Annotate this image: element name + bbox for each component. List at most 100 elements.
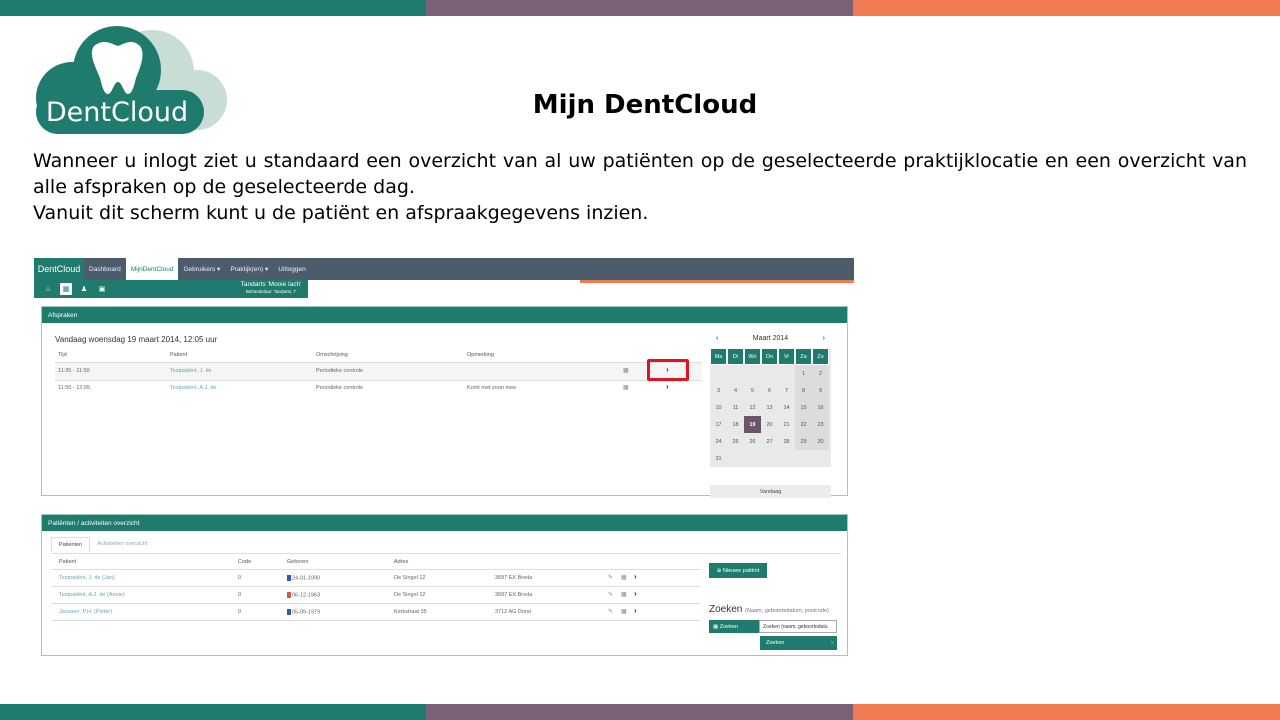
calendar-icon[interactable]: ▦ [621, 591, 627, 598]
calendar-day[interactable]: 8 [795, 382, 812, 399]
calendar-grid: Ma Di Wo Do Vr Za Zo 1 2 3 4 5 6 7 8 9 10 11 12 13 14… [710, 348, 831, 467]
nav-praktijken[interactable]: Praktijk(en) ▾ [225, 258, 273, 280]
calendar-day[interactable]: 30 [812, 433, 829, 450]
description-paragraph-1: Wanneer u inlogt ziet u standaard een ov… [33, 150, 1247, 198]
calendar-day[interactable]: 18 [727, 416, 744, 433]
chevron-right-icon[interactable]: › [634, 572, 637, 581]
appointment-patient-link[interactable]: Testpatiënt, A.J. de [170, 385, 216, 391]
calendar-icon[interactable]: ▦ [621, 608, 627, 615]
edit-icon[interactable]: ✎ [608, 574, 613, 581]
user-icon[interactable]: ♟ [78, 283, 90, 295]
search-title-text: Zoeken [709, 604, 743, 615]
nav-mijndentcloud[interactable]: MijnDentCloud [125, 258, 179, 280]
calendar-day[interactable]: 6 [761, 382, 778, 399]
weekday-label: Vr [778, 348, 795, 365]
patient-code: 0 [238, 592, 242, 598]
table-divider [51, 569, 701, 570]
calendar-prev-button[interactable]: ‹ [716, 332, 718, 346]
search-label: ▦ Zoeken [709, 620, 759, 633]
chevron-right-icon[interactable]: › [634, 606, 637, 615]
calendar-day[interactable]: 7 [778, 382, 795, 399]
calendar-day[interactable]: 11 [727, 399, 744, 416]
calendar-day[interactable]: 28 [778, 433, 795, 450]
chevron-right-icon[interactable]: › [666, 382, 669, 391]
practice-selector[interactable]: Tandarts 'Mooie lach' Behandelaar: Tanda… [234, 280, 308, 298]
nav-uitloggen[interactable]: Uitloggen [273, 258, 310, 280]
highlight-box [647, 359, 689, 381]
edit-icon[interactable]: ✎ [608, 591, 613, 598]
weekday-label: Zo [812, 348, 829, 365]
calendar-day[interactable]: 12 [744, 399, 761, 416]
calendar-today-button[interactable]: Vandaag [710, 485, 831, 498]
patient-name-link[interactable]: Testpatiënt, A.J. de (Annie) [59, 592, 125, 598]
tab-divider [51, 553, 841, 554]
col-opmerking: Opmerking [467, 352, 494, 358]
patient-city: 3687 EX Breda [495, 575, 533, 581]
patients-header: Patiënten / activiteiten overzicht [42, 515, 847, 531]
appointments-date: Vandaag woensdag 19 maart 2014, 12:05 uu… [55, 335, 218, 344]
appointment-patient-link[interactable]: Testpatiënt, J. de [170, 368, 212, 374]
calendar-empty-cell [761, 365, 778, 382]
calendar-day[interactable]: 25 [727, 433, 744, 450]
calendar-day[interactable]: 14 [778, 399, 795, 416]
chevron-right-icon[interactable]: › [634, 589, 637, 598]
nav-gebruikers[interactable]: Gebruikers ▾ [178, 258, 225, 280]
calendar-day[interactable]: 10 [710, 399, 727, 416]
calendar-day[interactable]: 20 [761, 416, 778, 433]
appointment-time: 11:35 - 11:50 [58, 368, 90, 374]
calendar-day[interactable]: 22 [795, 416, 812, 433]
search-input[interactable]: Zoeken (naam, geboortedatu [759, 620, 837, 633]
calendar-day[interactable]: 2 [812, 365, 829, 382]
calendar-day[interactable]: 31 [710, 450, 727, 467]
table-divider [51, 620, 701, 621]
slide-description: Wanneer u inlogt ziet u standaard een ov… [33, 148, 1247, 226]
nav-dashboard[interactable]: Dashboard [84, 258, 126, 280]
calendar-day[interactable]: 16 [812, 399, 829, 416]
calendar-day[interactable]: 9 [812, 382, 829, 399]
top-nav: DentCloud Dashboard MijnDentCloud Gebrui… [34, 258, 854, 280]
calendar-icon[interactable]: ▦ [60, 283, 72, 295]
chevron-right-icon: › [831, 640, 833, 646]
app-brand[interactable]: DentCloud [34, 258, 84, 280]
calendar-day[interactable]: 29 [795, 433, 812, 450]
calendar-icon[interactable]: ▦ [621, 574, 627, 581]
calendar-day[interactable]: 19 [744, 416, 761, 433]
tab-patienten[interactable]: Patienten [51, 537, 91, 552]
calendar-day[interactable]: 13 [761, 399, 778, 416]
patient-city: 3712 AG Dorst [495, 609, 532, 615]
calendar-day[interactable]: 4 [727, 382, 744, 399]
calendar-day[interactable]: 24 [710, 433, 727, 450]
calendar-next-button[interactable]: › [823, 332, 825, 346]
patient-name-link[interactable]: Janssen, P.H. (Pieter) [59, 609, 112, 615]
calendar-day[interactable]: 5 [744, 382, 761, 399]
patient-city: 3687 EX Breda [495, 592, 533, 598]
tab-activiteiten[interactable]: Activiteiten overzicht [90, 537, 154, 552]
calendar-day[interactable]: 1 [795, 365, 812, 382]
col-omschrijving: Omschrijving [316, 352, 348, 358]
appointment-row-bg [55, 363, 702, 380]
calendar-icon[interactable]: ▦ [623, 367, 629, 374]
patient-name-link[interactable]: Testpatiënt, J. de (Jan) [59, 575, 115, 581]
patient-born-date: 24-01-1990 [292, 575, 321, 582]
edit-icon[interactable]: ✎ [608, 608, 613, 615]
calendar-day[interactable]: 15 [795, 399, 812, 416]
card-icon[interactable]: ▣ [96, 283, 108, 295]
calendar-day[interactable]: 23 [812, 416, 829, 433]
description-paragraph-2: Vanuit dit scherm kunt u de patiënt en a… [33, 202, 649, 224]
patient-born: 06-12-1963 [287, 592, 320, 598]
calendar-day[interactable]: 3 [710, 382, 727, 399]
calendar-day[interactable]: 27 [761, 433, 778, 450]
calendar-empty-cell [761, 450, 778, 467]
search-title: Zoeken (Naam, geboortedatum, postcode) [709, 604, 829, 615]
appointment-time: 11:50 - 12:05 [58, 385, 91, 391]
app-screenshot: DentCloud Dashboard MijnDentCloud Gebrui… [34, 258, 854, 660]
weekday-label: Ma [710, 348, 727, 365]
calendar-icon[interactable]: ▦ [623, 384, 629, 391]
calendar-day[interactable]: 21 [778, 416, 795, 433]
patient-code: 0 [238, 609, 242, 615]
calendar-day[interactable]: 26 [744, 433, 761, 450]
home-icon[interactable]: ⌂ [42, 283, 54, 295]
calendar-day[interactable]: 17 [710, 416, 727, 433]
new-patient-button[interactable]: ⊕ Nieuwe patiënt [709, 563, 767, 578]
search-button[interactable]: Zoeken › [760, 636, 837, 650]
